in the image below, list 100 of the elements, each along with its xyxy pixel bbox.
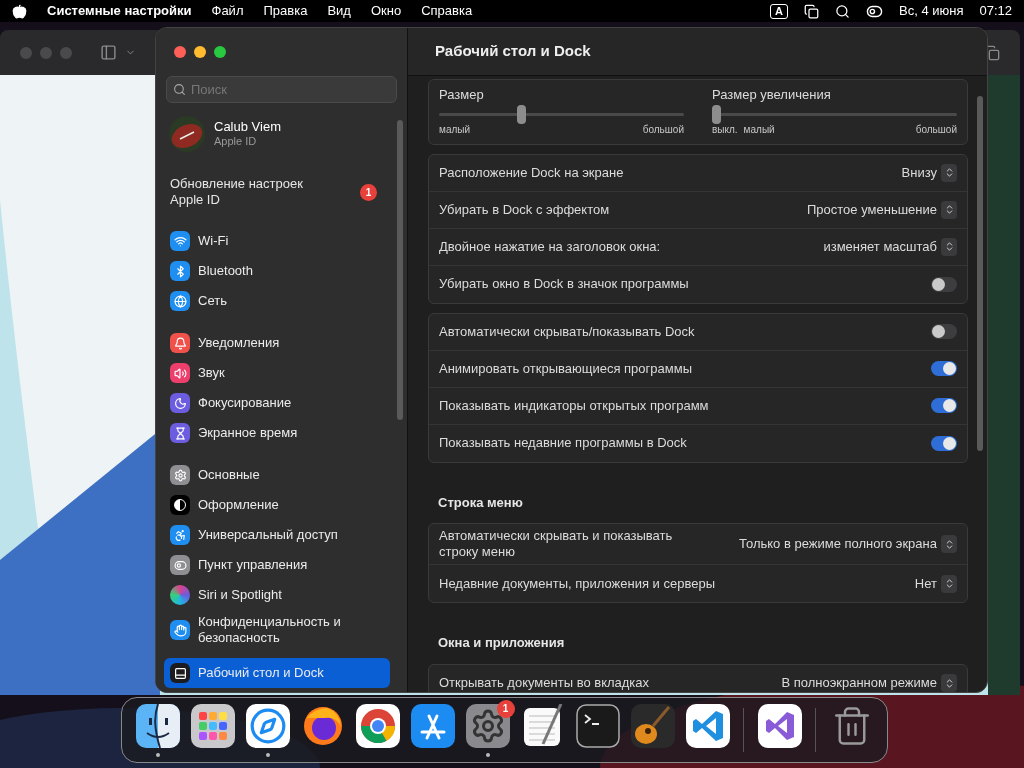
slider-label: Размер xyxy=(439,86,485,104)
compass-icon xyxy=(245,703,290,748)
popup-button[interactable]: Внизу xyxy=(901,162,957,183)
app-menu[interactable]: Системные настройки xyxy=(47,1,192,21)
sidebar-icon[interactable] xyxy=(100,44,117,61)
setting-label: Анимировать открывающиеся программы xyxy=(439,360,692,377)
gear-icon xyxy=(170,465,190,485)
slider-thumb[interactable] xyxy=(712,104,721,124)
slider-tick-label: большой xyxy=(915,123,957,136)
sidebar-item[interactable]: Экранное время xyxy=(164,418,390,448)
slider-tick-label: выкл. xyxy=(712,123,738,136)
slider-tick-label: малый xyxy=(743,123,775,136)
sidebar-item[interactable]: Уведомления xyxy=(164,328,390,358)
toggle-switch[interactable] xyxy=(931,361,957,376)
scrollbar[interactable] xyxy=(397,120,403,420)
update-notice[interactable]: Обновление настроек Apple ID 1 xyxy=(164,175,399,209)
account-row[interactable]: Calub Viem Apple ID xyxy=(164,115,399,153)
avatar-icon xyxy=(168,115,206,153)
section-heading: Окна и приложения xyxy=(437,634,566,652)
smiling-face-icon xyxy=(135,703,180,748)
windows-icon[interactable] xyxy=(804,3,819,19)
setting-label: Расположение Dock на экране xyxy=(439,164,624,181)
toggle-switch[interactable] xyxy=(931,435,957,451)
toggle-switch[interactable] xyxy=(931,324,957,339)
toggle-switch[interactable] xyxy=(931,398,957,413)
account-name: Calub Viem xyxy=(214,119,281,136)
sidebar-item[interactable]: Универсальный доступ xyxy=(164,520,390,550)
slider-tick-label: большой xyxy=(642,123,684,136)
popup-button[interactable]: Простое уменьшение xyxy=(807,199,957,220)
bell-icon xyxy=(170,333,190,353)
notification-badge: 1 xyxy=(360,183,377,201)
setting-label: Показывать индикаторы открытых программ xyxy=(439,397,709,414)
toggles-icon xyxy=(170,555,190,575)
setting-label: Автоматически скрывать и показывать строку меню xyxy=(439,528,674,560)
chevron-up-down-icon xyxy=(941,237,957,256)
notification-badge: 1 xyxy=(496,699,515,718)
popup-button[interactable]: Нет xyxy=(914,573,957,594)
popup-button[interactable]: В полноэкранном режиме xyxy=(781,673,957,692)
sidebar-item[interactable]: Оформление xyxy=(164,490,390,520)
wifi-icon xyxy=(170,231,190,251)
minimize-button[interactable] xyxy=(194,46,206,58)
chevron-up-down-icon xyxy=(941,535,957,553)
setting-label: Недавние документы, приложения и серверы xyxy=(439,575,715,592)
close-button[interactable] xyxy=(174,46,186,58)
menu-item[interactable]: Окно xyxy=(370,1,402,21)
sidebar-item[interactable]: Siri и Spotlight xyxy=(164,580,390,610)
setting-label: Показывать недавние программы в Dock xyxy=(439,435,687,451)
bluetooth-icon xyxy=(170,261,190,281)
menu-bar-time[interactable]: 07:12 xyxy=(979,1,1012,21)
search-icon xyxy=(173,83,186,96)
guitar-icon xyxy=(630,703,675,748)
popup-button[interactable]: изменяет масштаб xyxy=(823,236,957,257)
hand-icon xyxy=(170,620,190,640)
sidebar-item[interactable]: Основные xyxy=(164,460,390,490)
slider-track[interactable] xyxy=(439,104,684,124)
scrollbar[interactable] xyxy=(977,96,983,451)
search-field[interactable]: Поиск xyxy=(166,76,397,103)
ide-icon xyxy=(757,703,802,748)
menu-item[interactable]: Файл xyxy=(211,1,244,21)
chrome-icon xyxy=(355,703,400,748)
toggle-switch[interactable] xyxy=(931,276,957,292)
input-source-icon[interactable]: A xyxy=(770,3,788,19)
speaker-icon xyxy=(170,363,190,383)
dock-app[interactable]: 1 xyxy=(460,698,515,753)
section-heading: Строка меню xyxy=(437,493,524,512)
slider-thumb[interactable] xyxy=(516,104,526,124)
setting-label: Открывать документы во вкладках xyxy=(439,675,650,691)
code-editor-icon xyxy=(685,703,730,748)
sidebar-item[interactable]: Звук xyxy=(164,358,390,388)
gear-icon xyxy=(465,703,510,748)
setting-label: Убирать в Dock с эффектом xyxy=(439,201,610,218)
globe-icon xyxy=(170,291,190,311)
setting-label: Двойное нажатие на заголовок окна: xyxy=(439,238,661,255)
sidebar-item[interactable]: Wi-Fi xyxy=(164,226,390,256)
sidebar-item[interactable]: Конфиденциальность и безопасность xyxy=(164,610,390,650)
zoom-button[interactable] xyxy=(214,46,226,58)
popup-button[interactable]: Только в режиме полного экрана xyxy=(739,534,957,554)
contrast-icon xyxy=(170,495,190,515)
setting-label: Автоматически скрывать/показывать Dock xyxy=(439,323,695,340)
sidebar-item[interactable]: Bluetooth xyxy=(164,256,390,286)
sidebar-item[interactable]: Сеть xyxy=(164,286,390,316)
menu-item[interactable]: Вид xyxy=(327,1,351,21)
apple-icon[interactable] xyxy=(12,3,27,19)
moon-icon xyxy=(170,393,190,413)
window-title: Рабочий стол и Dock xyxy=(435,41,591,62)
sidebar-item[interactable]: Пункт управления xyxy=(164,550,390,580)
slider-track[interactable] xyxy=(712,104,957,124)
menu-bar-date[interactable]: Вс, 4 июня xyxy=(899,1,964,21)
notice-text: Обновление настроек Apple ID xyxy=(170,176,304,208)
dock-icon xyxy=(170,663,190,683)
app-store-icon xyxy=(410,703,455,748)
terminal-icon xyxy=(575,703,620,748)
search-icon[interactable] xyxy=(835,3,850,19)
menu-item[interactable]: Правка xyxy=(263,1,308,21)
menu-item[interactable]: Справка xyxy=(421,1,473,21)
hourglass-icon xyxy=(170,423,190,443)
setting-label: Убирать окно в Dock в значок программы xyxy=(439,276,689,292)
sidebar-item[interactable]: Рабочий стол и Dock xyxy=(164,658,390,688)
sidebar-item[interactable]: Фокусирование xyxy=(164,388,390,418)
chevron-up-down-icon xyxy=(941,574,957,593)
